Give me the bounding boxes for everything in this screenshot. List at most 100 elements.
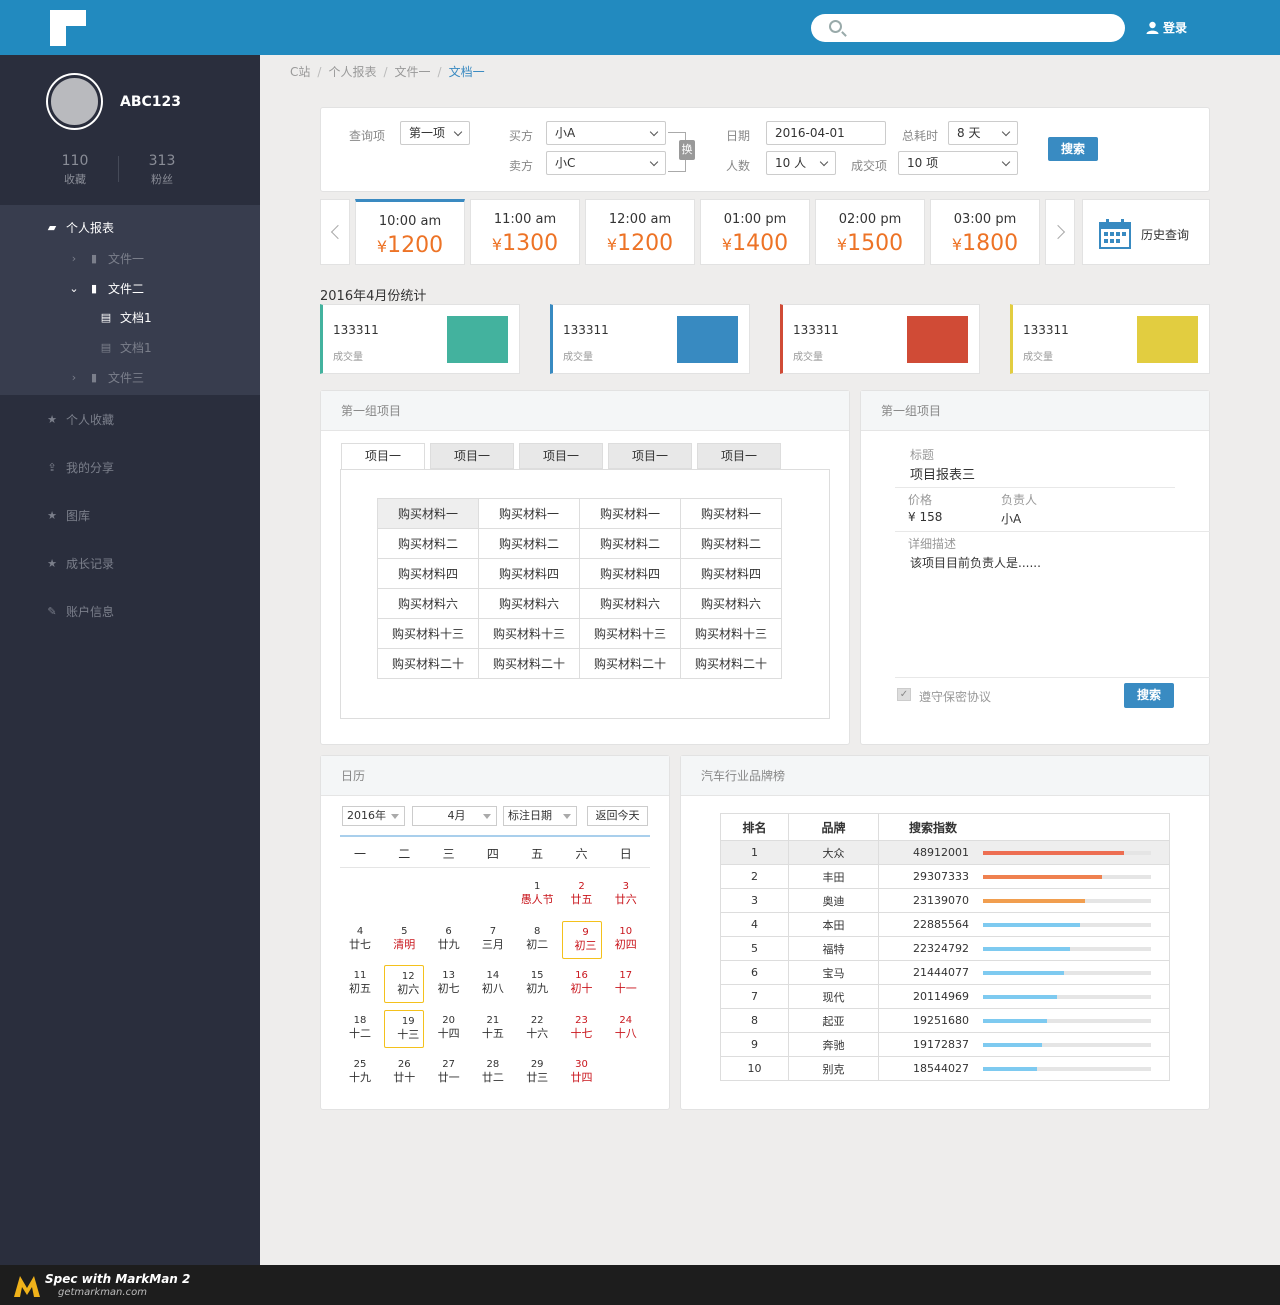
deals-select[interactable]: 10 项 [898,151,1018,175]
year-select[interactable]: 2016年 [342,806,405,826]
calendar-day[interactable]: 20 十四 [429,1010,469,1048]
calendar-day[interactable]: 6 廿九 [429,921,469,959]
stat-card[interactable]: 133311 成交量 [1010,304,1210,374]
table-row[interactable]: 2 丰田 29307333 [720,864,1170,889]
sidebar-item-file1[interactable]: › ▮ 文件一 [68,250,144,267]
duration-select[interactable]: 8 天 [948,121,1018,145]
calendar-day[interactable]: 12 初六 [384,965,425,1003]
sidebar-item-favorites[interactable]: ★ 个人收藏 [46,411,114,428]
date-input[interactable]: 2016-04-01 [766,121,886,145]
sidebar-item-file2[interactable]: ⌄ ▮ 文件二 [68,280,144,297]
breadcrumb-item[interactable]: 文件一 [395,65,431,79]
tab-item[interactable]: 项目一 [697,443,781,469]
avatar[interactable] [48,75,101,128]
calendar-day[interactable]: 3 廿六 [606,876,646,914]
table-row[interactable]: 1 大众 48912001 [720,840,1170,865]
sidebar-item-doc2[interactable]: ▤ 文档1 [100,339,152,356]
calendar-day[interactable]: 22 十六 [517,1010,557,1048]
chevron-down-icon [1001,127,1011,137]
swap-button[interactable]: 换 [679,140,695,160]
calendar-day[interactable]: 2 廿五 [562,876,602,914]
buyer-select[interactable]: 小A [546,121,666,145]
tab-item[interactable]: 项目一 [430,443,514,469]
calendar-day[interactable]: 10 初四 [606,921,646,959]
stat-card-value: 133311 [333,323,379,337]
calendar-day[interactable]: 21 十五 [473,1010,513,1048]
sidebar-item-growth[interactable]: ★ 成长记录 [46,555,114,572]
calendar-day[interactable]: 17 十一 [606,965,646,1003]
breadcrumb-item[interactable]: C站 [290,65,310,79]
month-select[interactable]: 4月 [412,806,497,826]
calendar-day[interactable]: 16 初十 [562,965,602,1003]
logo-icon[interactable] [50,10,86,46]
calendar-day[interactable]: 8 初二 [517,921,557,959]
time-slot-card[interactable]: 11:00 am ¥1300 [470,199,580,265]
breadcrumb-item[interactable]: 个人报表 [328,65,376,79]
group2-search-button[interactable]: 搜索 [1124,683,1174,708]
calendar-day[interactable]: 4 廿七 [340,921,380,959]
calendar-day[interactable]: 7 三月 [473,921,513,959]
table-row[interactable]: 8 起亚 19251680 [720,1008,1170,1033]
stat-fans[interactable]: 313 粉丝 [117,153,207,187]
today-button[interactable]: 返回今天 [587,806,648,826]
table-row[interactable]: 10 别克 18544027 [720,1056,1170,1081]
calendar-day[interactable]: 27 廿一 [429,1054,469,1092]
login-button[interactable]: 登录 [1146,19,1187,36]
column-header[interactable]: 搜索指数 [878,813,1170,841]
history-query-button[interactable]: 历史查询 [1082,199,1210,265]
calendar-day[interactable]: 11 初五 [340,965,380,1003]
stat-card[interactable]: 133311 成交量 [780,304,980,374]
people-select[interactable]: 10 人 [766,151,836,175]
time-slot-card[interactable]: 12:00 am ¥1200 [585,199,695,265]
calendar-day[interactable]: 1 愚人节 [517,876,557,914]
calendar-day[interactable]: 19 十三 [384,1009,425,1048]
column-header[interactable]: 品牌 [788,813,879,841]
seller-select[interactable]: 小C [546,151,666,175]
sidebar-item-account[interactable]: ✎ 账户信息 [46,603,114,620]
time-slot-card[interactable]: 03:00 pm ¥1800 [930,199,1040,265]
sidebar-item-gallery[interactable]: ★ 图库 [46,507,90,524]
calendar-day[interactable]: 30 廿四 [562,1054,602,1092]
calendar-day[interactable]: 5 清明 [384,921,424,959]
stat-card[interactable]: 133311 成交量 [550,304,750,374]
calendar-day[interactable]: 9 初三 [561,920,602,959]
query-select[interactable]: 第一项 [400,121,470,145]
tab-item[interactable]: 项目一 [341,443,425,470]
sidebar-item-report[interactable]: ▰ 个人报表 [46,219,114,236]
calendar-day[interactable]: 28 廿二 [473,1054,513,1092]
calendar-day[interactable]: 29 廿三 [517,1054,557,1092]
calendar-day[interactable]: 15 初九 [517,965,557,1003]
calendar-day[interactable]: 23 十七 [562,1010,602,1048]
calendar-day[interactable]: 26 廿十 [384,1054,424,1092]
next-slot-button[interactable] [1045,199,1075,265]
table-row[interactable]: 4 本田 22885564 [720,912,1170,937]
calendar-day[interactable]: 25 十九 [340,1054,380,1092]
table-row[interactable]: 5 福特 22324792 [720,936,1170,961]
stat-favorites[interactable]: 110 收藏 [30,153,120,187]
calendar-day[interactable]: 14 初八 [473,965,513,1003]
calendar-day[interactable]: 13 初七 [429,965,469,1003]
tab-item[interactable]: 项目一 [519,443,603,469]
table-row[interactable]: 3 奥迪 23139070 [720,888,1170,913]
query-search-button[interactable]: 搜索 [1048,137,1098,161]
mark-date-select[interactable]: 标注日期 [503,806,577,826]
column-header[interactable]: 排名 [720,813,789,841]
table-row[interactable]: 6 宝马 21444077 [720,960,1170,985]
stat-card[interactable]: 133311 成交量 [320,304,520,374]
calendar-day[interactable]: 18 十二 [340,1010,380,1048]
time-slot-card[interactable]: 02:00 pm ¥1500 [815,199,925,265]
prev-slot-button[interactable] [320,199,350,265]
sidebar-item-doc1[interactable]: ▤ 文档1 [100,309,152,326]
table-row[interactable]: 7 现代 20114969 [720,984,1170,1009]
table-row[interactable]: 9 奔驰 19172837 [720,1032,1170,1057]
time-slot-card[interactable]: 10:00 am ¥1200 [355,199,465,265]
calendar-day[interactable]: 24 十八 [606,1010,646,1048]
tab-item[interactable]: 项目一 [608,443,692,469]
detail-owner-label: 负责人 [1001,493,1038,507]
sidebar-item-file3[interactable]: › ▮ 文件三 [68,369,144,386]
stat-value: 313 [148,153,176,169]
time-slot-card[interactable]: 01:00 pm ¥1400 [700,199,810,265]
search-input[interactable] [811,14,1125,42]
sidebar-item-share[interactable]: ⇪ 我的分享 [46,459,114,476]
agree-checkbox[interactable]: ✓ [897,688,911,701]
